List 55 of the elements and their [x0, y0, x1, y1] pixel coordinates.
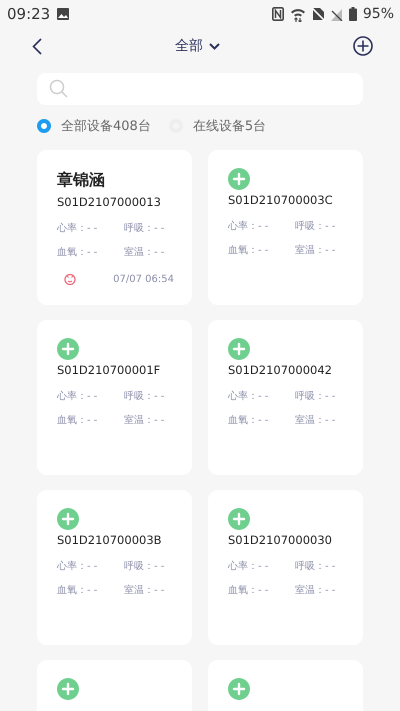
- device-card[interactable]: S01D210700003C 心率：- - 呼吸：- - 血氧：- - 室温：- -: [208, 150, 363, 305]
- face-icon: [63, 273, 77, 285]
- no-signal-icon: [330, 8, 343, 20]
- device-card[interactable]: S01D210700001F 心率：- - 呼吸：- - 血氧：- - 室温：- -: [37, 320, 192, 475]
- metric-reading: 室温：- -: [124, 246, 166, 259]
- metric-reading: 心率：- -: [57, 222, 98, 235]
- search-icon: [49, 79, 69, 99]
- metric-reading: 室温：- -: [295, 584, 336, 597]
- status-time: 09:23: [7, 5, 50, 23]
- device-serial: S01D210700001F: [57, 363, 162, 377]
- metric-reading: 血氧：- -: [228, 414, 270, 427]
- metric-reading: 血氧：- -: [57, 584, 98, 597]
- metric-reading: 血氧：- -: [228, 584, 270, 597]
- filter-radio[interactable]: 在线设备5台: [168, 117, 266, 135]
- device-serial: S01D210700003B: [57, 533, 163, 547]
- device-card[interactable]: S01D210700003B 心率：- - 呼吸：- - 血氧：- - 室温：- -: [37, 490, 192, 645]
- metric-reading: 呼吸：- -: [124, 390, 166, 403]
- metric-reading: 血氧：- -: [228, 244, 270, 257]
- back-icon[interactable]: [32, 38, 42, 54]
- device-card[interactable]: S01D2107000030 心率：- - 呼吸：- - 血氧：- - 室温：- -: [208, 490, 363, 645]
- metric-reading: 心率：- -: [228, 390, 270, 403]
- add-icon[interactable]: [353, 36, 373, 56]
- battery-icon: [348, 7, 357, 21]
- metric-reading: 心率：- -: [57, 560, 98, 573]
- metric-reading: 呼吸：- -: [295, 220, 336, 233]
- device-serial: S01D2107000030: [228, 533, 333, 547]
- nfc-icon: [272, 7, 284, 21]
- device-serial: S01D2107000042: [228, 363, 333, 377]
- metric-reading: 室温：- -: [295, 244, 336, 257]
- device-card[interactable]: 章锦涵 S01D2107000013 心率：- - 呼吸：- - 血氧：- - 室温：- - 07/07 06:54: [37, 150, 192, 305]
- wifi-icon: [290, 6, 306, 22]
- metric-reading: 呼吸：- -: [295, 560, 336, 573]
- metric-reading: 心率：- -: [228, 560, 270, 573]
- no-sim-icon: [312, 7, 325, 21]
- search-field[interactable]: [37, 73, 363, 105]
- last-update-time: 07/07 06:54: [113, 274, 174, 284]
- metric-reading: 血氧：- -: [57, 414, 98, 427]
- filter-dropdown[interactable]: 全部: [175, 37, 220, 55]
- filter-radio[interactable]: 全部设备408台: [37, 117, 151, 135]
- metric-reading: 室温：- -: [124, 584, 166, 597]
- metric-reading: 室温：- -: [124, 414, 166, 427]
- chevron-down-icon: [209, 42, 220, 50]
- metric-reading: 呼吸：- -: [295, 390, 336, 403]
- metric-reading: 室温：- -: [295, 414, 336, 427]
- metric-reading: 心率：- -: [57, 390, 98, 403]
- metric-reading: 心率：- -: [228, 220, 270, 233]
- metric-reading: 呼吸：- -: [124, 560, 166, 573]
- image-icon: [56, 7, 70, 21]
- metric-reading: 血氧：- -: [57, 246, 98, 259]
- device-card[interactable]: S01D2107000042 心率：- - 呼吸：- - 血氧：- - 室温：- -: [208, 320, 363, 475]
- person-name: 章锦涵: [57, 169, 106, 191]
- battery-level: 95%: [362, 6, 394, 22]
- device-serial: S01D210700003C: [228, 193, 334, 207]
- metric-reading: 呼吸：- -: [124, 222, 166, 235]
- device-serial: S01D2107000013: [57, 195, 162, 209]
